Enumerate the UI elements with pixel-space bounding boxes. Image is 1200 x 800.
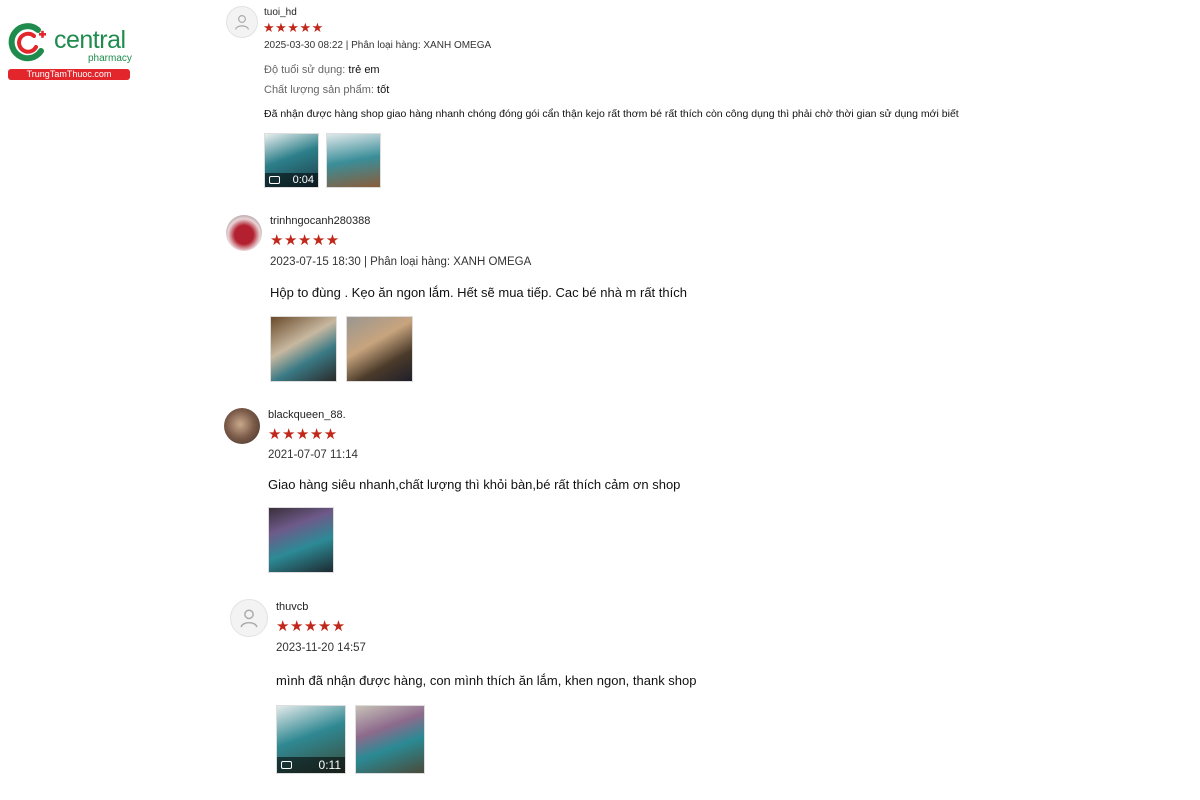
logo-subtitle: pharmacy [88,53,132,64]
avatar[interactable] [226,6,258,38]
star-rating: ★★★★★ [263,20,324,35]
review-comment: Đã nhận được hàng shop giao hàng nhanh c… [264,108,959,120]
username[interactable]: tuoi_hd [264,7,297,18]
review-photo[interactable] [270,316,337,382]
field-value: trẻ em [348,64,380,76]
video-overlay: 0:04 [265,173,318,187]
username[interactable]: blackqueen_88. [268,409,346,421]
video-camera-icon [281,761,292,769]
field-value: tốt [377,84,390,96]
avatar[interactable] [226,215,262,251]
field-quality: Chất lượng sản phẩm: tốt [264,84,389,96]
review-comment: Hộp to đùng . Kẹo ăn ngon lắm. Hết sẽ mu… [270,285,687,300]
video-overlay: 0:11 [277,757,345,773]
review-meta: 2023-11-20 14:57 [276,642,366,654]
logo-site: TrungTamThuoc.com [8,69,130,80]
field-age: Độ tuổi sử dụng: trẻ em [264,64,380,76]
logo-name: central [54,26,126,54]
review-photo[interactable] [268,507,334,573]
avatar[interactable] [224,408,260,444]
review-comment: Giao hàng siêu nhanh,chất lượng thì khỏi… [268,477,681,492]
user-placeholder-icon [240,609,258,628]
star-rating: ★★★★★ [268,426,338,443]
field-label: Chất lượng sản phẩm: [264,84,374,96]
review-video-thumbnail[interactable]: 0:04 [264,133,319,188]
video-camera-icon [269,176,280,184]
star-rating: ★★★★★ [276,618,346,635]
user-placeholder-icon [235,15,249,30]
username[interactable]: trinhngocanh280388 [270,215,370,227]
video-duration: 0:04 [292,174,314,186]
review-video-thumbnail[interactable]: 0:11 [276,705,346,774]
review-meta: 2023-07-15 18:30 | Phân loại hàng: XANH … [270,256,532,268]
field-label: Độ tuổi sử dụng: [264,64,346,76]
review-meta: 2021-07-07 11:14 [268,449,358,461]
review-photo[interactable] [326,133,381,188]
central-pharmacy-logo[interactable]: central pharmacy TrungTamThuoc.com [6,22,132,82]
avatar[interactable] [230,599,268,637]
username[interactable]: thuvcb [276,601,308,613]
review-photo[interactable] [346,316,413,382]
review-photo[interactable] [355,705,425,774]
pharmacy-logo-icon [8,23,46,62]
review-meta: 2025-03-30 08:22 | Phân loại hàng: XANH … [264,40,492,51]
review-comment: mình đã nhận được hàng, con mình thích ă… [276,673,697,688]
star-rating: ★★★★★ [270,232,340,249]
video-duration: 0:11 [318,758,341,772]
